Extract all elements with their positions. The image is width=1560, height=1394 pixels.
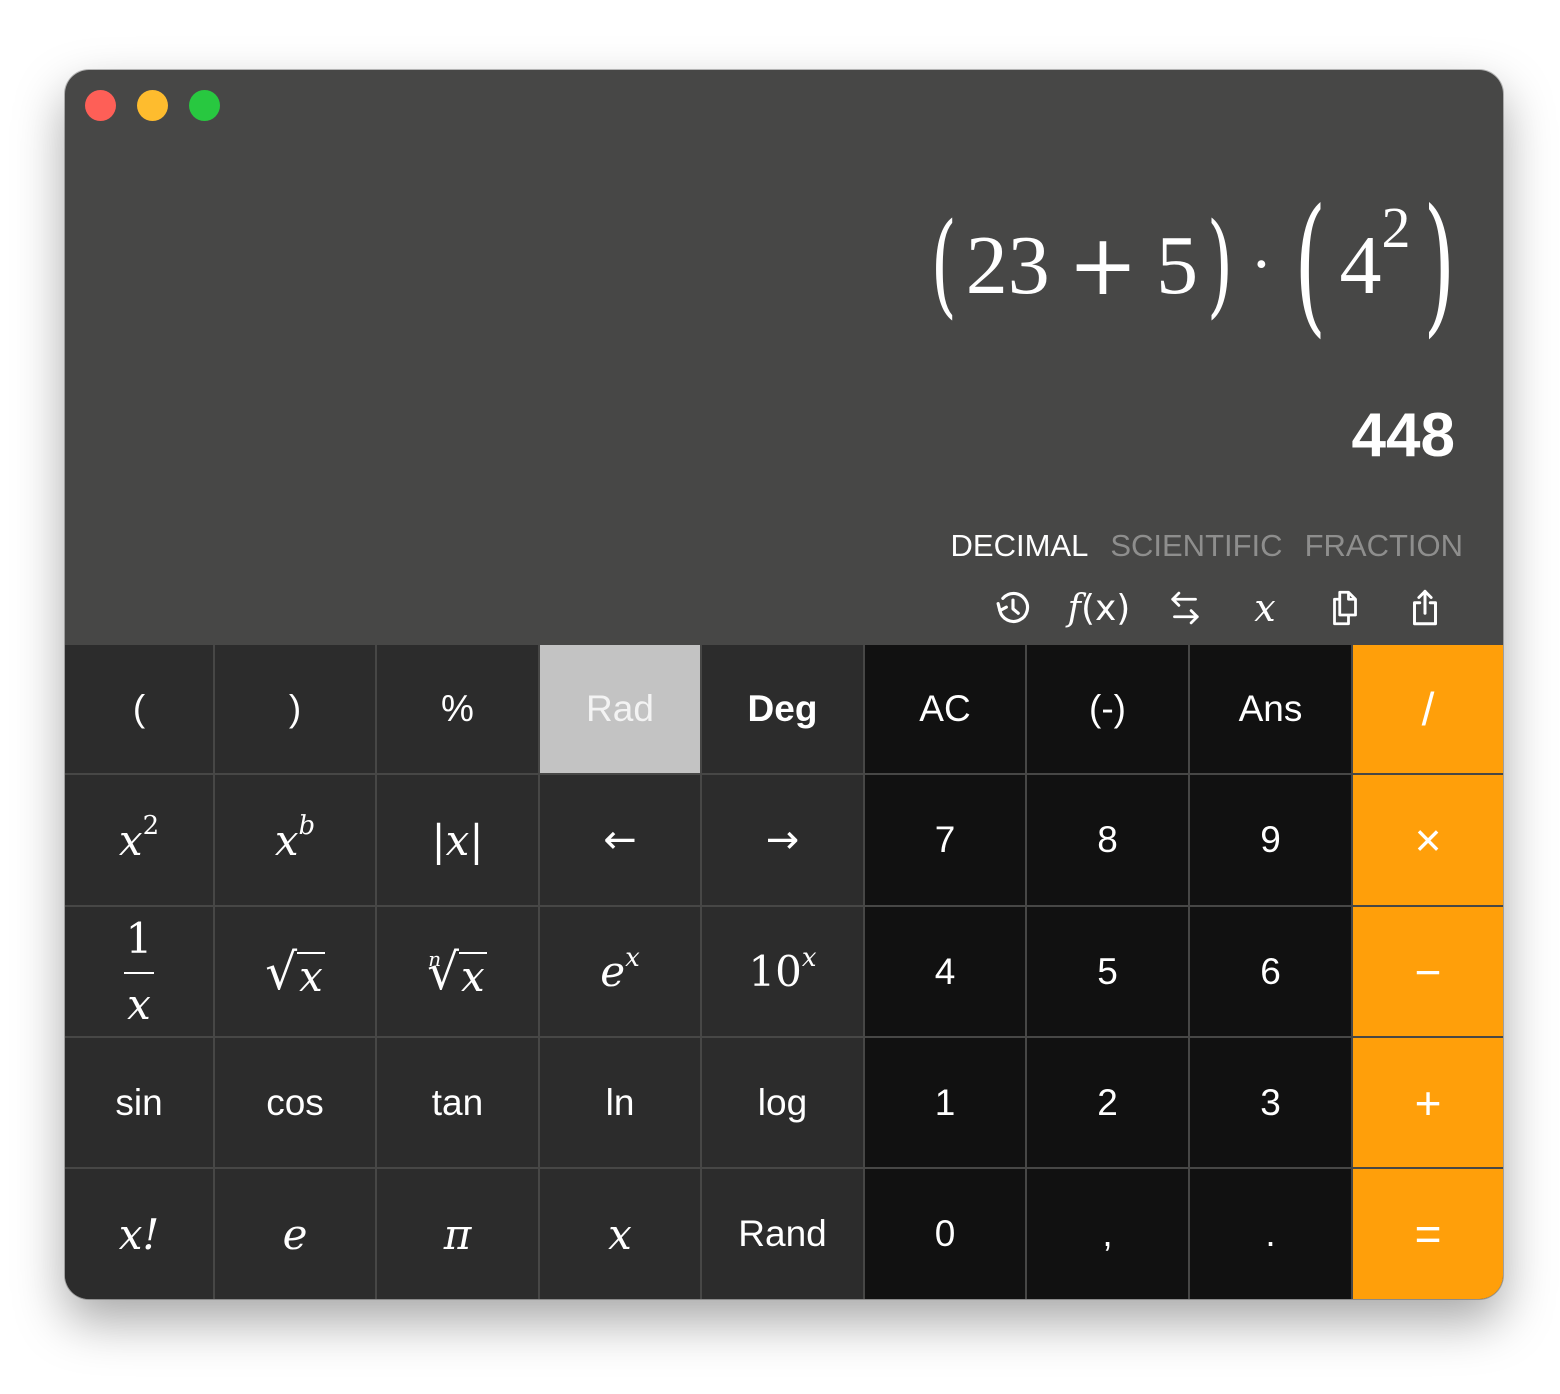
key-ans[interactable]: Ans [1190, 645, 1353, 775]
key-factorial[interactable]: x! [65, 1169, 215, 1299]
key-9[interactable]: 9 [1190, 775, 1353, 907]
key-decimal-point[interactable]: . [1190, 1169, 1353, 1299]
calculator-window: ( 23 + 5 ) · ( 42 ) 448 DECIMAL SCIENTIF… [65, 70, 1503, 1299]
key-variable-x[interactable]: x [540, 1169, 702, 1299]
functions-button[interactable]: f(x) [1053, 584, 1145, 632]
mode-fraction[interactable]: FRACTION [1305, 528, 1463, 564]
expression-close-paren: ) [1206, 200, 1234, 330]
key-sin[interactable]: sin [65, 1038, 215, 1169]
mode-decimal[interactable]: DECIMAL [951, 528, 1089, 564]
key-0[interactable]: 0 [865, 1169, 1027, 1299]
key-cos[interactable]: cos [215, 1038, 377, 1169]
result-display: 448 [1351, 401, 1455, 470]
key-6[interactable]: 6 [1190, 907, 1353, 1038]
expression-exponent: 2 [1381, 194, 1411, 260]
key-4[interactable]: 4 [865, 907, 1027, 1038]
key-all-clear[interactable]: AC [865, 645, 1027, 775]
arrow-left-icon: ← [603, 817, 637, 863]
expression-multiply-dot: · [1251, 230, 1271, 300]
share-icon [1413, 589, 1437, 626]
variable-icon: x [1254, 586, 1276, 630]
mode-scientific[interactable]: SCIENTIFIC [1110, 528, 1282, 564]
share-button[interactable] [1385, 584, 1465, 632]
swap-button[interactable] [1145, 584, 1225, 632]
expression-base: 4 [1339, 218, 1382, 312]
key-tan[interactable]: tan [377, 1038, 540, 1169]
keypad: ( ) % Rad Deg AC (-) Ans / x2 xb |x| ← →… [65, 645, 1503, 1299]
key-square[interactable]: x2 [65, 775, 215, 907]
key-right-paren[interactable]: ) [215, 645, 377, 775]
toolbar: f(x) x [973, 584, 1465, 632]
key-rad[interactable]: Rad [540, 645, 702, 775]
expression-plus: + [1067, 216, 1139, 314]
history-button[interactable] [973, 584, 1053, 632]
expression-close-paren-2: ) [1423, 178, 1456, 352]
key-absolute[interactable]: |x| [377, 775, 540, 907]
arrow-right-icon: → [765, 817, 800, 863]
key-deg[interactable]: Deg [702, 645, 865, 775]
key-left-paren[interactable]: ( [65, 645, 215, 775]
expression-operand-b: 5 [1156, 218, 1199, 312]
key-reciprocal[interactable]: 1 x [65, 907, 215, 1038]
expression-open-paren-2: ( [1294, 178, 1327, 352]
function-icon: f(x) [1067, 587, 1131, 629]
expression-open-paren: ( [930, 200, 958, 330]
key-percent[interactable]: % [377, 645, 540, 775]
key-add[interactable]: + [1353, 1038, 1503, 1169]
key-subtract[interactable]: − [1353, 907, 1503, 1038]
key-divide[interactable]: / [1353, 645, 1503, 775]
key-pi[interactable]: π [377, 1169, 540, 1299]
key-exp[interactable]: ex [540, 907, 702, 1038]
key-comma[interactable]: , [1027, 1169, 1190, 1299]
key-pow10[interactable]: 10 x [702, 907, 865, 1038]
key-2[interactable]: 2 [1027, 1038, 1190, 1169]
key-ln[interactable]: ln [540, 1038, 702, 1169]
key-multiply[interactable]: × [1353, 775, 1503, 907]
result-format-tabs: DECIMAL SCIENTIFIC FRACTION [951, 528, 1463, 564]
display-area: ( 23 + 5 ) · ( 42 ) 448 DECIMAL SCIENTIF… [65, 70, 1503, 645]
key-log[interactable]: log [702, 1038, 865, 1169]
copy-button[interactable] [1305, 584, 1385, 632]
radical-icon: √ [265, 942, 298, 1001]
key-cursor-left[interactable]: ← [540, 775, 702, 907]
key-cursor-right[interactable]: → [702, 775, 865, 907]
variable-button[interactable]: x [1225, 584, 1305, 632]
key-5[interactable]: 5 [1027, 907, 1190, 1038]
key-power[interactable]: xb [215, 775, 377, 907]
key-7[interactable]: 7 [865, 775, 1027, 907]
key-3[interactable]: 3 [1190, 1038, 1353, 1169]
key-equals[interactable]: = [1353, 1169, 1503, 1299]
swap-icon [1171, 591, 1199, 625]
key-random[interactable]: Rand [702, 1169, 865, 1299]
copy-icon [1333, 590, 1357, 626]
expression-display: ( 23 + 5 ) · ( 42 ) [922, 190, 1469, 340]
key-negate[interactable]: (-) [1027, 645, 1190, 775]
history-icon [996, 591, 1030, 623]
key-8[interactable]: 8 [1027, 775, 1190, 907]
key-1[interactable]: 1 [865, 1038, 1027, 1169]
expression-operand-a: 23 [965, 218, 1050, 312]
key-nth-root[interactable]: n √ x [377, 907, 540, 1038]
key-euler[interactable]: e [215, 1169, 377, 1299]
key-square-root[interactable]: √ x [215, 907, 377, 1038]
